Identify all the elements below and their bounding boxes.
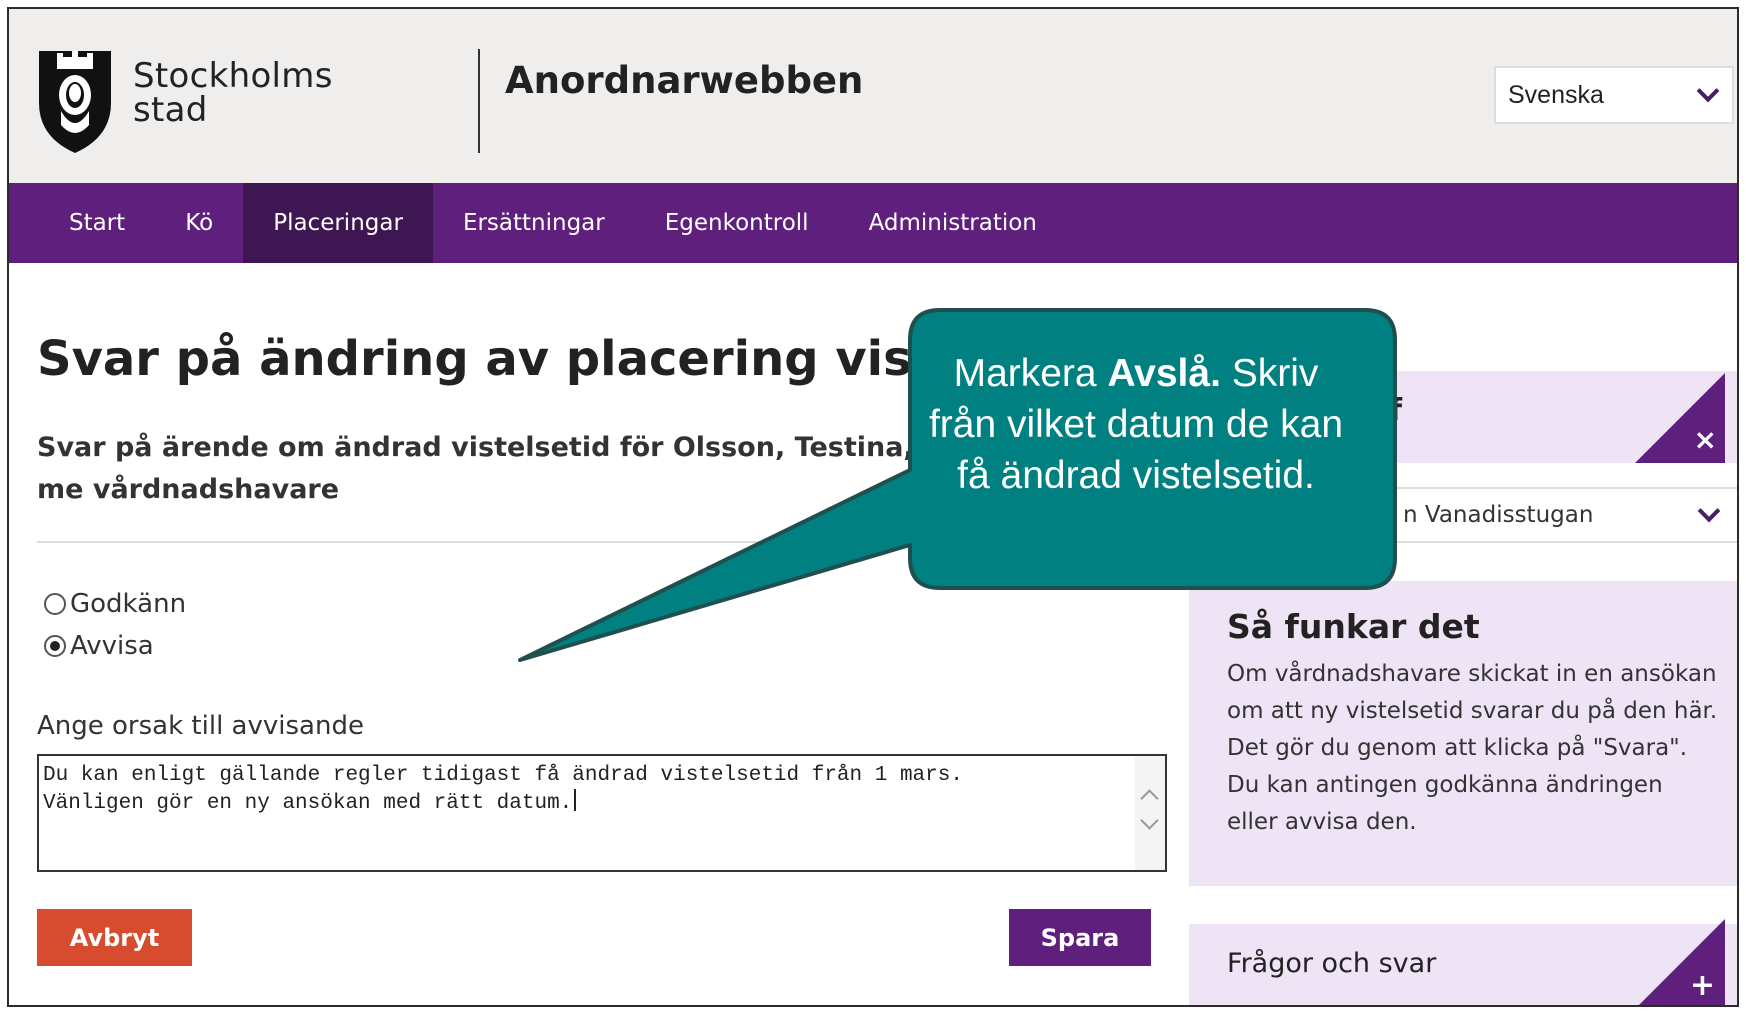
faq-box[interactable]: Frågor och svar + bbox=[1189, 919, 1737, 1005]
unit-select[interactable]: n Vanadisstugan bbox=[1389, 487, 1737, 543]
plus-icon[interactable]: + bbox=[1690, 968, 1715, 1003]
radio-reject-label: Avvisa bbox=[70, 631, 154, 661]
nav-item-ersattningar[interactable]: Ersättningar bbox=[433, 183, 635, 263]
chevron-down-icon bbox=[1697, 499, 1721, 523]
logo-line2: stad bbox=[133, 90, 208, 130]
textarea-scrollbar[interactable] bbox=[1135, 756, 1165, 870]
logo-line1: Stockholms bbox=[133, 56, 333, 96]
reason-textarea[interactable]: Du kan enligt gällande regler tidigast f… bbox=[37, 754, 1167, 872]
reason-line-2: Vänligen gör en ny ansökan med rätt datu… bbox=[43, 792, 573, 815]
faq-label: Frågor och svar bbox=[1227, 948, 1437, 979]
nav-item-start[interactable]: Start bbox=[39, 183, 155, 263]
callout-text: Markera Avslå. Skriv från vilket datum d… bbox=[920, 348, 1352, 501]
nav-item-egenkontroll[interactable]: Egenkontroll bbox=[635, 183, 839, 263]
page-subtitle: Svar på ärende om ändrad vistelsetid för… bbox=[37, 432, 914, 505]
radio-approve[interactable]: Godkänn bbox=[44, 589, 186, 619]
reason-line-1: Du kan enligt gällande regler tidigast f… bbox=[43, 764, 963, 787]
nav-item-administration[interactable]: Administration bbox=[839, 183, 1067, 263]
radio-approve-label: Godkänn bbox=[70, 589, 187, 619]
browser-frame: Stockholms stad Anordnarwebben Svenska S… bbox=[7, 7, 1739, 1007]
radio-reject[interactable]: Avvisa bbox=[44, 631, 154, 661]
unit-select-value: n Vanadisstugan bbox=[1403, 502, 1594, 528]
how-it-works-box: Så funkar det Om vårdnadshavare skickat … bbox=[1189, 581, 1737, 886]
language-select-value: Svenska bbox=[1508, 80, 1604, 109]
cancel-button[interactable]: Avbryt bbox=[37, 909, 192, 966]
logo-wordmark: Stockholms stad bbox=[133, 59, 333, 127]
nav-item-ko[interactable]: Kö bbox=[155, 183, 243, 263]
save-button[interactable]: Spara bbox=[1009, 909, 1151, 966]
main-nav: Start Kö Placeringar Ersättningar Egenko… bbox=[9, 183, 1737, 263]
reason-text: Du kan enligt gällande regler tidigast f… bbox=[43, 762, 963, 817]
radio-reject-circle[interactable] bbox=[44, 635, 66, 657]
radio-approve-circle[interactable] bbox=[44, 593, 66, 615]
language-select[interactable]: Svenska bbox=[1494, 66, 1734, 124]
how-it-works-title: Så funkar det bbox=[1227, 607, 1480, 646]
callout-text-part1: Markera bbox=[953, 352, 1108, 395]
nav-item-placeringar[interactable]: Placeringar bbox=[243, 183, 433, 263]
app-title: Anordnarwebben bbox=[505, 59, 864, 102]
text-caret bbox=[574, 789, 577, 811]
sidebar-unit-box-title: f bbox=[1389, 393, 1403, 428]
callout-text-bold: Avslå. bbox=[1107, 352, 1221, 395]
divider bbox=[37, 541, 1147, 543]
chevron-down-icon bbox=[1696, 79, 1720, 103]
stockholm-crest-icon bbox=[39, 51, 111, 153]
site-header: Stockholms stad Anordnarwebben Svenska bbox=[9, 9, 1737, 183]
page-title: Svar på ändring av placering vistelset bbox=[37, 331, 1068, 387]
close-icon[interactable]: × bbox=[1694, 423, 1717, 456]
reason-label: Ange orsak till avvisande bbox=[37, 711, 364, 741]
header-divider bbox=[478, 49, 480, 153]
scroll-up-icon[interactable] bbox=[1140, 789, 1159, 808]
scroll-down-icon[interactable] bbox=[1140, 811, 1159, 830]
how-it-works-text: Om vårdnadshavare skickat in en ansökan … bbox=[1227, 661, 1718, 835]
